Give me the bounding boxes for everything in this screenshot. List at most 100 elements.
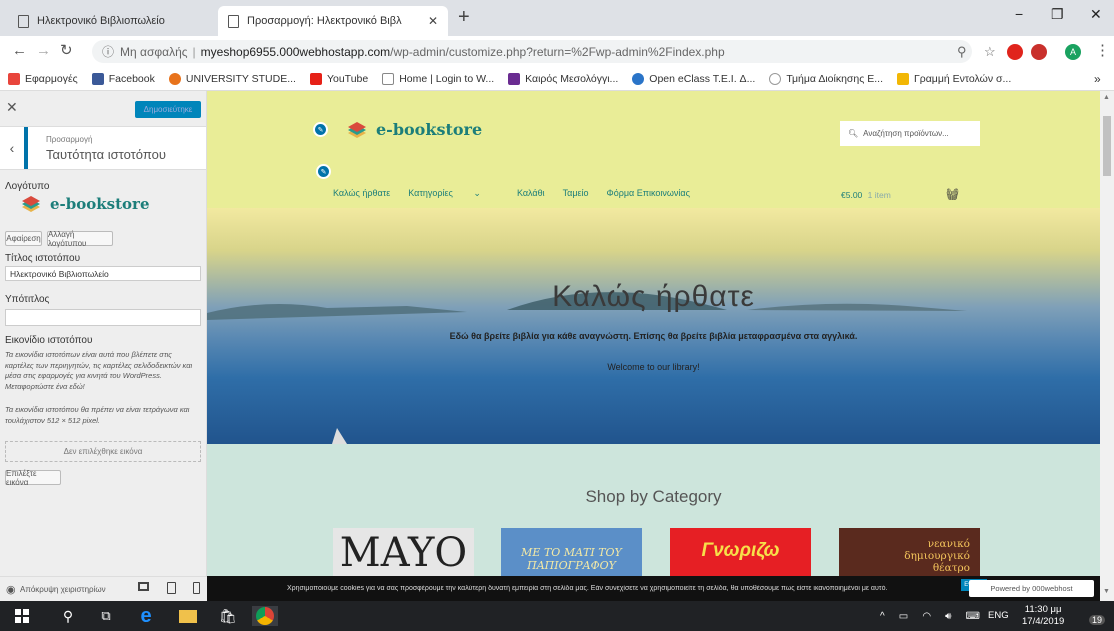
forward-arrow-icon[interactable]: →: [36, 42, 51, 59]
bookmark-command-line[interactable]: Γραμμή Εντολών σ...: [896, 72, 1011, 85]
scroll-up-icon[interactable]: ▲: [1103, 94, 1110, 101]
scrollbar-thumb[interactable]: [1103, 116, 1111, 176]
bookmarks-bar: Εφαρμογές Facebook UNIVERSITY STUDE... Y…: [0, 67, 1114, 91]
url-separator: |: [192, 44, 196, 59]
store-icon[interactable]: 🛍︎: [218, 606, 238, 626]
bookmark-department[interactable]: Τμήμα Διοίκησης Ε...: [769, 72, 883, 85]
zoom-icon[interactable]: ⚲: [957, 44, 967, 60]
category-book-matI[interactable]: ΜΕ ΤΟ ΜΑΤΙ ΤΟΥ ΠΑΠΙΟΓΡΑΦΟΥ: [501, 528, 642, 576]
site-title-input[interactable]: Ηλεκτρονικό Βιβλιοπωλείο: [5, 266, 201, 281]
bookmark-apps[interactable]: Εφαρμογές: [8, 72, 78, 85]
task-view-icon[interactable]: ⧉: [96, 606, 116, 626]
category-book-theatre[interactable]: νεανικό δημιουργικό θέατρο: [839, 528, 980, 576]
back-arrow-icon[interactable]: ←: [12, 42, 27, 59]
new-tab-button[interactable]: +: [458, 6, 470, 29]
chevron-up-icon[interactable]: ^: [880, 611, 885, 622]
menu-item-checkout[interactable]: Ταμείο: [563, 188, 589, 199]
header-cart[interactable]: €5.00 1 item 🧺︎: [841, 188, 959, 201]
notification-center-icon[interactable]: 19: [1083, 607, 1105, 625]
opera-extension-icon[interactable]: [1007, 44, 1023, 60]
hide-controls-label[interactable]: Απόκρυψη χειριστηρίων: [20, 585, 106, 594]
url-field[interactable]: ⓘ Μη ασφαλής | myeshop6955.000webhostapp…: [92, 40, 996, 63]
bookmark-star-icon[interactable]: ☆: [984, 44, 996, 60]
volume-icon[interactable]: 🔊︎: [945, 611, 951, 622]
powered-by-badge[interactable]: Powered by 000webhost: [969, 580, 1094, 597]
tablet-preview-icon[interactable]: [167, 582, 176, 594]
menu-item-welcome[interactable]: Καλώς ήρθατε: [333, 188, 390, 199]
keyboard-icon[interactable]: ⌨: [966, 611, 980, 622]
customizer-sidebar: ✕ Δημοσιεύτηκε ‹ Προσαρμογή Ταυτότητα ισ…: [0, 91, 207, 576]
back-chevron-icon[interactable]: ‹: [0, 127, 28, 169]
windows-taskbar: ⚲ ⧉ e 🛍︎ ^ ▭ ◠ 🔊︎ ⌨ ENG 11:30 μμ 17/4/20…: [0, 601, 1114, 631]
browser-tab-bar: Ηλεκτρονικό Βιβλιοπωλείο ✕ Προσαρμογή: Η…: [0, 0, 1114, 36]
logo-heading: Λογότυπο: [5, 181, 50, 192]
wifi-icon[interactable]: ◠: [922, 611, 931, 622]
close-tab-icon[interactable]: ✕: [428, 14, 438, 28]
change-logo-button[interactable]: Αλλαγή λογότυπου: [47, 230, 113, 248]
tab-ebookstore[interactable]: Ηλεκτρονικό Βιβλιοπωλείο ✕: [8, 6, 238, 36]
remove-logo-button[interactable]: Αφαίρεση: [5, 231, 42, 246]
site-icon-size-note: Τα εικονίδια ιστοτόπου θα πρέπει να είνα…: [5, 405, 190, 425]
file-explorer-icon[interactable]: [179, 609, 197, 623]
customizer-footer: ◉ Απόκρυψη χειριστηρίων: [0, 576, 207, 601]
category-book-mayo[interactable]: MAYO: [333, 528, 474, 576]
edit-menu-pencil-icon[interactable]: ✎: [316, 164, 331, 179]
section-title: Ταυτότητα ιστοτόπου: [46, 147, 166, 162]
section-parent: Προσαρμογή: [46, 135, 93, 144]
chrome-taskbar-button[interactable]: [252, 606, 278, 626]
tab-title: Ηλεκτρονικό Βιβλιοπωλείο: [37, 15, 165, 27]
page-icon: [18, 14, 29, 28]
category-book-gnorizo[interactable]: Γνωριζω: [670, 528, 811, 576]
youtube-icon: [309, 72, 322, 85]
scroll-down-icon[interactable]: ▼: [1103, 588, 1110, 595]
close-customizer-icon[interactable]: ✕: [6, 99, 18, 116]
bookmark-weather[interactable]: Καιρός Μεσολόγγι...: [508, 72, 618, 85]
adblock-extension-icon[interactable]: [1031, 44, 1047, 60]
shop-by-category-heading: Shop by Category: [585, 487, 722, 506]
menu-item-cart[interactable]: Καλάθι: [517, 188, 545, 199]
security-label: Μη ασφαλής: [120, 44, 188, 59]
close-window-button[interactable]: ✕: [1090, 6, 1102, 23]
tab-customize[interactable]: Προσαρμογή: Ηλεκτρονικό Βιβλ ✕: [218, 6, 448, 36]
profile-avatar-icon[interactable]: A: [1065, 44, 1081, 60]
system-tray[interactable]: ^ ▭ ◠ 🔊︎ ⌨: [880, 606, 980, 626]
reload-icon[interactable]: ↻: [60, 41, 73, 59]
bookmark-home-login[interactable]: Home | Login to W...: [382, 72, 494, 85]
mobile-preview-icon[interactable]: [193, 582, 200, 594]
logo-text: e-bookstore: [50, 195, 150, 213]
bookmark-youtube[interactable]: YouTube: [309, 72, 368, 85]
bookmark-facebook[interactable]: Facebook: [91, 72, 155, 85]
windows-start-icon[interactable]: [12, 606, 32, 626]
product-search-input[interactable]: 🔍︎ Αναζήτηση προϊόντων...: [840, 121, 980, 146]
menu-item-categories[interactable]: Κατηγορίες ⌄: [408, 188, 499, 199]
menu-item-contact[interactable]: Φόρμα Επικοινωνίας: [607, 188, 690, 199]
clock[interactable]: 11:30 μμ 17/4/2019: [1022, 604, 1064, 628]
no-image-placeholder: Δεν επιλέχθηκε εικόνα: [5, 441, 201, 462]
publish-button[interactable]: Δημοσιεύτηκε: [135, 101, 201, 118]
minimize-button[interactable]: −: [1015, 6, 1023, 22]
bookmarks-more[interactable]: »: [1094, 72, 1101, 86]
info-icon[interactable]: ⓘ: [102, 43, 114, 60]
cart-amount: €5.00: [841, 190, 863, 200]
hide-controls-icon[interactable]: ◉: [6, 583, 16, 596]
preview-scrollbar[interactable]: ▲ ▼: [1100, 91, 1114, 601]
bookmark-university[interactable]: UNIVERSITY STUDE...: [168, 72, 296, 85]
site-icon-heading: Εικονίδιο ιστοτόπου: [5, 335, 93, 346]
desktop-preview-icon[interactable]: [138, 582, 149, 591]
hero-title: Καλώς ήρθατε: [552, 280, 755, 313]
bookmark-eclass[interactable]: Open eClass T.E.I. Δ...: [632, 72, 755, 85]
select-image-button[interactable]: Επιλέξτε εικόνα: [5, 469, 61, 487]
facebook-icon: [91, 72, 104, 85]
cart-items: 1 item: [867, 190, 891, 200]
tagline-input[interactable]: [5, 309, 201, 326]
edit-logo-pencil-icon[interactable]: ✎: [313, 122, 328, 137]
maximize-button[interactable]: ❐: [1051, 6, 1064, 23]
eclass-icon: [632, 72, 645, 85]
browser-menu-icon[interactable]: ⋮: [1095, 41, 1110, 59]
site-brand[interactable]: e-bookstore: [346, 120, 482, 139]
site-preview: ✎ e-bookstore 🔍︎ Αναζήτηση προϊόντων... …: [207, 91, 1100, 576]
search-icon[interactable]: ⚲: [58, 606, 78, 626]
language-indicator[interactable]: ENG: [988, 610, 1009, 621]
edge-browser-icon[interactable]: e: [136, 605, 156, 627]
network-icon[interactable]: ▭: [899, 611, 908, 622]
